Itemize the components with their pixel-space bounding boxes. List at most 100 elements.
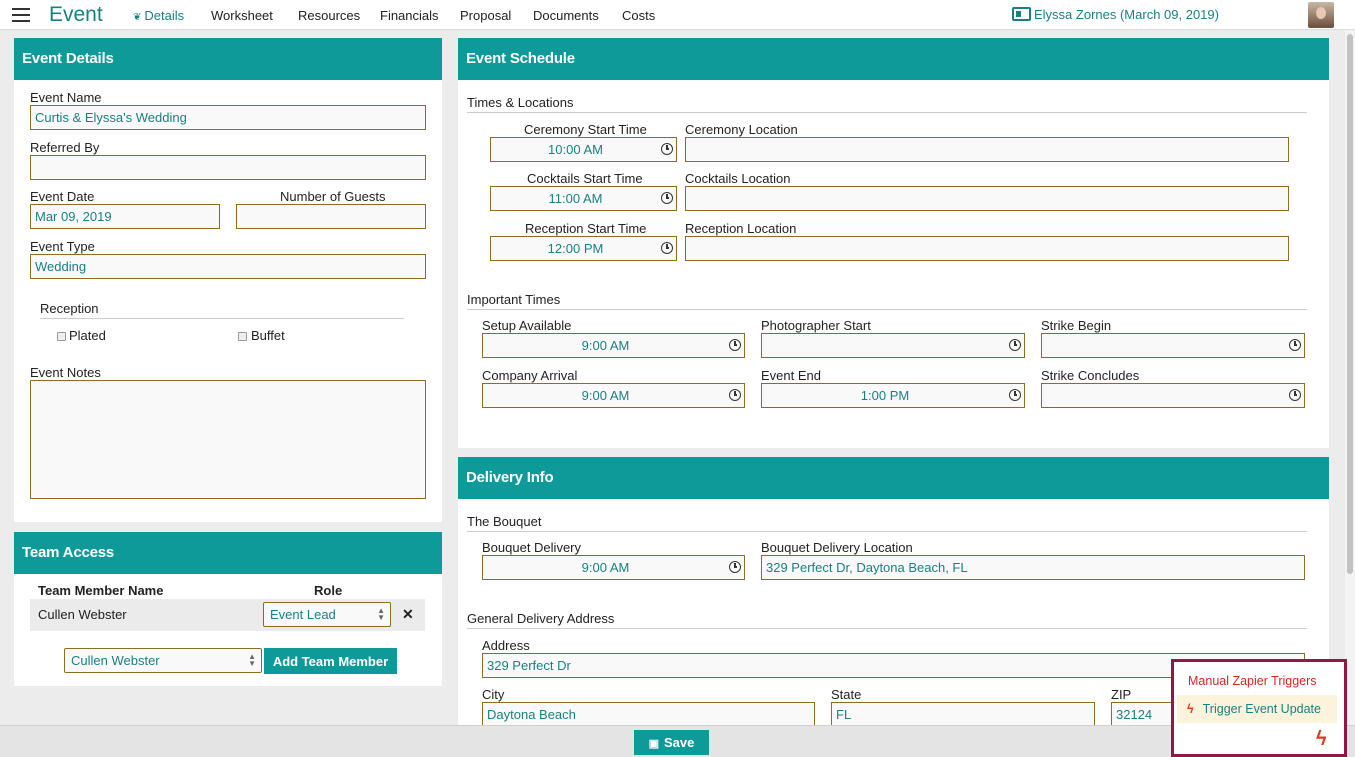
role-select[interactable]: Event Lead ▲ ▼ <box>263 602 391 627</box>
photographer-input[interactable] <box>761 333 1025 358</box>
event-schedule-panel: Event Schedule Times & Locations Ceremon… <box>458 38 1329 448</box>
bouquet-location-input[interactable]: 329 Perfect Dr, Daytona Beach, FL <box>761 555 1305 580</box>
clock-icon <box>661 242 673 254</box>
strike-begin-input[interactable] <box>1041 333 1305 358</box>
column-header-name: Team Member Name <box>38 583 164 598</box>
zapier-menu: Manual Zapier Triggers ϟ Trigger Event Up… <box>1177 666 1337 723</box>
state-input[interactable]: FL <box>831 702 1095 725</box>
clock-icon <box>661 143 673 155</box>
cocktails-location-label: Cocktails Location <box>685 171 791 186</box>
event-type-label: Event Type <box>30 239 95 254</box>
team-member-name: Cullen Webster <box>38 607 127 622</box>
cocktails-location-input[interactable] <box>685 186 1289 211</box>
bouquet-delivery-input[interactable]: 9:00 AM <box>482 555 745 580</box>
tab-details[interactable]: ❦ Details <box>133 8 184 23</box>
column-header-role: Role <box>314 583 343 598</box>
referred-by-label: Referred By <box>30 140 100 155</box>
company-arrival-input[interactable]: 9:00 AM <box>482 383 745 408</box>
table-row: Cullen Webster Event Lead ▲ ▼ ✕ <box>30 599 425 631</box>
select-arrows-icon: ▲ ▼ <box>377 606 385 622</box>
client-link[interactable]: Elyssa Zornes (March 09, 2019) <box>1012 7 1219 22</box>
top-bar: Event ❦ Details Worksheet Resources Finan… <box>0 0 1355 30</box>
leaf-icon: ❦ <box>133 12 142 23</box>
strike-concludes-input[interactable] <box>1041 383 1305 408</box>
strike-begin-label: Strike Begin <box>1041 318 1112 333</box>
team-member-select[interactable]: Cullen Webster ▲ ▼ <box>64 648 262 673</box>
cocktails-time-label: Cocktails Start Time <box>527 171 643 186</box>
bottom-bar: ▣ Save <box>0 725 1355 757</box>
panel-title: Team Access <box>14 532 442 574</box>
bouquet-delivery-label: Bouquet Delivery <box>482 540 581 555</box>
state-label: State <box>831 687 862 702</box>
reception-location-input[interactable] <box>685 236 1289 261</box>
guests-input[interactable] <box>236 204 426 229</box>
bouquet-section-label: The Bouquet <box>467 514 1307 532</box>
event-type-input[interactable]: Wedding <box>30 254 426 279</box>
event-name-input[interactable]: Curtis & Elyssa's Wedding <box>30 105 426 130</box>
zip-label: ZIP <box>1111 687 1132 702</box>
city-label: City <box>482 687 505 702</box>
ceremony-location-label: Ceremony Location <box>685 122 798 137</box>
reception-label: Reception <box>40 301 404 319</box>
event-name-label: Event Name <box>30 90 102 105</box>
floppy-disk-icon: ▣ <box>648 738 660 750</box>
add-team-member-button[interactable]: Add Team Member <box>264 648 397 674</box>
ceremony-location-input[interactable] <box>685 137 1289 162</box>
team-access-panel: Team Access Team Member Name Role Cullen… <box>14 532 442 686</box>
clock-icon <box>1289 389 1301 401</box>
plated-checkbox[interactable] <box>57 332 66 341</box>
tab-resources[interactable]: Resources <box>298 8 360 23</box>
setup-input[interactable]: 9:00 AM <box>482 333 745 358</box>
tab-documents[interactable]: Documents <box>533 8 599 23</box>
menu-icon[interactable] <box>12 8 30 22</box>
lightning-icon: ϟ <box>1187 702 1194 716</box>
bouquet-location-label: Bouquet Delivery Location <box>761 540 913 555</box>
clock-icon <box>1009 339 1021 351</box>
buffet-checkbox[interactable] <box>238 332 247 341</box>
setup-label: Setup Available <box>482 318 572 333</box>
guests-label: Number of Guests <box>280 189 386 204</box>
referred-by-input[interactable] <box>30 155 426 180</box>
clock-icon <box>729 389 741 401</box>
clock-icon <box>729 561 741 573</box>
buffet-label: Buffet <box>251 328 285 343</box>
tab-proposal[interactable]: Proposal <box>460 8 511 23</box>
save-button[interactable]: ▣ Save <box>634 730 709 755</box>
clock-icon <box>1009 389 1021 401</box>
event-details-panel: Event Details Event Name Curtis & Elyssa… <box>14 38 442 522</box>
cocktails-time-input[interactable]: 11:00 AM <box>490 186 677 211</box>
panel-title: Delivery Info <box>458 457 1329 499</box>
event-end-label: Event End <box>761 368 821 383</box>
tab-costs[interactable]: Costs <box>622 8 655 23</box>
panel-title: Event Schedule <box>458 38 1329 80</box>
panel-title: Event Details <box>14 38 442 80</box>
scrollbar-thumb[interactable] <box>1347 34 1353 574</box>
ceremony-time-label: Ceremony Start Time <box>524 122 647 137</box>
event-date-input[interactable]: Mar 09, 2019 <box>30 204 220 229</box>
trigger-event-update-item[interactable]: ϟ Trigger Event Update <box>1177 695 1337 723</box>
reception-location-label: Reception Location <box>685 221 797 236</box>
app-title: Event <box>49 3 103 26</box>
ceremony-time-input[interactable]: 10:00 AM <box>490 137 677 162</box>
avatar[interactable] <box>1308 2 1334 28</box>
clock-icon <box>661 192 673 204</box>
general-delivery-label: General Delivery Address <box>467 611 1307 629</box>
reception-time-input[interactable]: 12:00 PM <box>490 236 677 261</box>
zapier-menu-title: Manual Zapier Triggers <box>1188 674 1317 688</box>
event-end-input[interactable]: 1:00 PM <box>761 383 1025 408</box>
address-label: Address <box>482 638 530 653</box>
tab-worksheet[interactable]: Worksheet <box>211 8 273 23</box>
event-notes-textarea[interactable] <box>30 380 426 499</box>
event-date-label: Event Date <box>30 189 95 204</box>
remove-member-icon[interactable]: ✕ <box>402 606 414 623</box>
important-times-label: Important Times <box>467 292 1307 310</box>
zapier-trigger-button-icon[interactable]: ϟ <box>1316 728 1327 751</box>
strike-concludes-label: Strike Concludes <box>1041 368 1140 383</box>
tab-financials[interactable]: Financials <box>380 8 439 23</box>
city-input[interactable]: Daytona Beach <box>482 702 815 725</box>
photographer-label: Photographer Start <box>761 318 871 333</box>
contact-card-icon <box>1012 7 1031 21</box>
select-arrows-icon: ▲ ▼ <box>248 652 256 668</box>
event-notes-label: Event Notes <box>30 365 101 380</box>
page-scrollbar[interactable] <box>1345 30 1355 725</box>
